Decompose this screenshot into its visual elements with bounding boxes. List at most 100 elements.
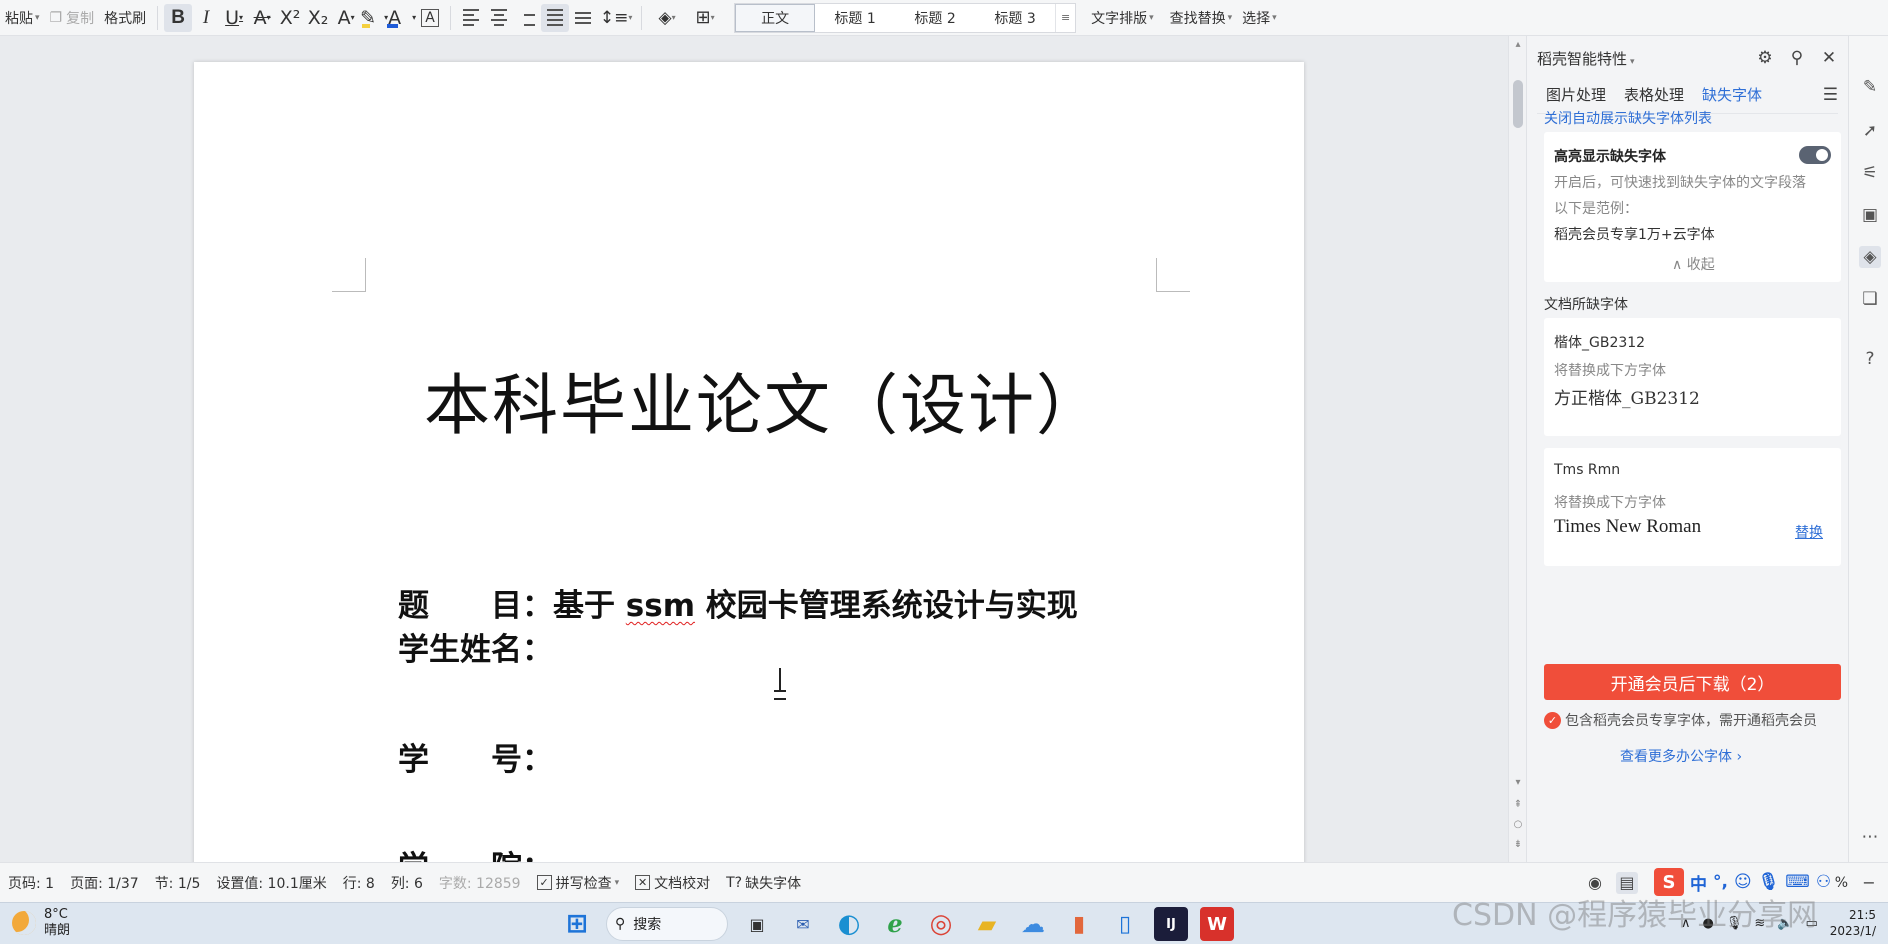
chevron-up-icon: ∧: [1672, 257, 1687, 273]
strikethrough-button[interactable]: A ▾: [248, 4, 276, 32]
document-page[interactable]: 本科毕业论文（设计） 题 目：基于 ssm 校园卡管理系统设计与实现 学生姓名：…: [194, 62, 1304, 862]
status-word-count[interactable]: 字数: 12859: [431, 873, 529, 893]
align-right-button[interactable]: [513, 4, 541, 32]
tab-image-processing[interactable]: 图片处理: [1546, 84, 1606, 111]
bold-button[interactable]: B: [164, 3, 193, 32]
menu-icon[interactable]: ☰: [1823, 85, 1838, 111]
style-heading-3[interactable]: 标题 3: [975, 4, 1055, 32]
panel-title[interactable]: 稻壳智能特性 ▾: [1537, 48, 1635, 69]
distribute-button[interactable]: [569, 4, 597, 32]
format-painter-button[interactable]: 格式刷: [99, 0, 151, 35]
close-icon[interactable]: ✕: [1820, 48, 1838, 68]
wps-app-icon[interactable]: W: [1200, 907, 1234, 941]
pin-icon[interactable]: ⚲: [1788, 48, 1806, 68]
line-spacing-button[interactable]: ↕≡ ▾: [597, 4, 635, 32]
status-setting[interactable]: 设置值: 10.1厘米: [208, 873, 334, 893]
paint-bucket-icon: ◈: [658, 7, 672, 28]
style-heading-1[interactable]: 标题 1: [815, 4, 895, 32]
download-fonts-button[interactable]: 开通会员后下载（2）: [1544, 664, 1841, 700]
windows-start-icon[interactable]: ⊞: [560, 907, 594, 941]
spellcheck-button[interactable]: ✓ 拼写检查 ▾: [529, 873, 628, 893]
select-button[interactable]: 选择 ▾: [1237, 0, 1282, 35]
clock-time: 21:5: [1849, 908, 1876, 922]
scroll-up-icon[interactable]: ▴: [1511, 38, 1525, 52]
punctuation-icon[interactable]: °,: [1713, 872, 1728, 892]
weather-widget[interactable]: 8°C 晴朗: [12, 907, 70, 939]
divider: [450, 5, 452, 30]
microphone-icon[interactable]: 🎙: [1758, 872, 1780, 892]
chevron-down-icon: ▾: [1227, 12, 1233, 23]
proofread-button[interactable]: ✕ 文档校对: [627, 873, 718, 893]
status-page[interactable]: 页面: 1/37: [62, 873, 147, 893]
paste-button[interactable]: 粘贴 ▾: [0, 0, 45, 35]
char-border-button[interactable]: A: [421, 8, 440, 27]
adjust-icon[interactable]: ⚟: [1859, 162, 1881, 184]
emoji-icon[interactable]: ☺: [1734, 872, 1752, 892]
help-icon[interactable]: ?: [1859, 348, 1881, 370]
paste-label: 粘贴: [5, 10, 33, 27]
ide-app-icon[interactable]: IJ: [1154, 907, 1188, 941]
scroll-down-icon[interactable]: ▾: [1511, 776, 1525, 790]
pen-icon[interactable]: ✎: [1859, 76, 1881, 98]
close-auto-show-link[interactable]: 关闭自动展示缺失字体列表: [1544, 108, 1712, 128]
shading-button[interactable]: ◈ ▾: [648, 4, 686, 32]
prev-page-icon[interactable]: ⇞: [1511, 798, 1525, 812]
justify-button[interactable]: [541, 3, 570, 32]
underline-button[interactable]: U ▾: [220, 4, 248, 32]
book-icon[interactable]: ❏: [1859, 288, 1881, 310]
next-page-icon[interactable]: ⇟: [1511, 838, 1525, 852]
text-layout-button[interactable]: 文字排版 ▾: [1086, 0, 1159, 35]
smart-feature-icon[interactable]: ◈: [1859, 246, 1881, 268]
edge-browser-icon[interactable]: ◐: [832, 907, 866, 941]
borders-button[interactable]: ⊞ ▾: [686, 4, 724, 32]
example-text: 稻壳会员专享1万+云字体: [1554, 227, 1715, 243]
taskbar-search[interactable]: ⚲ 搜索: [606, 907, 728, 941]
tab-missing-fonts[interactable]: 缺失字体: [1702, 84, 1762, 111]
zoom-out-icon[interactable]: −: [1858, 872, 1880, 894]
collapse-button[interactable]: ∧ 收起: [1672, 254, 1715, 274]
subscript-button[interactable]: X₂: [304, 4, 332, 32]
pointer-icon[interactable]: ➚: [1859, 120, 1881, 142]
status-section[interactable]: 节: 1/5: [147, 873, 209, 893]
highlight-button[interactable]: ✎ ▾: [360, 4, 388, 32]
chevron-down-icon: ▾: [35, 12, 40, 23]
align-center-button[interactable]: [485, 4, 513, 32]
toolbox-icon[interactable]: ⚇: [1816, 872, 1831, 892]
cloud-app-icon[interactable]: ☁: [1016, 907, 1050, 941]
missing-font-button[interactable]: T? 缺失字体: [718, 873, 809, 893]
font-question-icon: T?: [726, 874, 743, 891]
file-explorer-icon[interactable]: ▰: [970, 907, 1004, 941]
status-row[interactable]: 行: 8: [335, 873, 383, 893]
select-browse-icon[interactable]: ○: [1511, 818, 1525, 832]
browser-e-icon[interactable]: ℯ: [878, 907, 912, 941]
phone-app-icon[interactable]: ▯: [1108, 907, 1142, 941]
chrome-icon[interactable]: ◎: [924, 907, 958, 941]
tab-table-processing[interactable]: 表格处理: [1624, 84, 1684, 111]
superscript-button[interactable]: X²: [276, 4, 304, 32]
image-icon[interactable]: ▣: [1859, 204, 1881, 226]
more-icon[interactable]: ⋯: [1859, 826, 1881, 848]
copy-button[interactable]: ❐ 复制: [45, 0, 100, 35]
clock[interactable]: 21:5 2023/1/: [1830, 907, 1876, 939]
presentation-app-icon[interactable]: ▮: [1062, 907, 1096, 941]
text-effect-button[interactable]: A ▾: [332, 4, 360, 32]
highlight-toggle[interactable]: [1799, 146, 1831, 164]
vertical-scrollbar[interactable]: ▴ ▾ ⇞ ○ ⇟: [1508, 36, 1526, 862]
csdn-watermark: CSDN @程序猿毕业分享网: [1452, 898, 1818, 933]
chat-app-icon[interactable]: ✉: [786, 907, 820, 941]
status-page-code[interactable]: 页码: 1: [0, 873, 62, 893]
style-normal[interactable]: 正文: [735, 3, 816, 32]
scrollbar-thumb[interactable]: [1513, 80, 1523, 128]
italic-button[interactable]: I: [192, 4, 220, 32]
status-col[interactable]: 列: 6: [383, 873, 431, 893]
style-heading-2[interactable]: 标题 2: [895, 4, 975, 32]
gear-icon[interactable]: ⚙: [1756, 48, 1774, 68]
task-view-icon[interactable]: ▣: [740, 907, 774, 941]
keyboard-icon[interactable]: ⌨: [1785, 872, 1810, 892]
replace-link[interactable]: 替换: [1795, 522, 1823, 542]
find-replace-button[interactable]: 查找替换 ▾: [1165, 0, 1238, 35]
more-fonts-link[interactable]: 查看更多办公字体 ›: [1620, 746, 1742, 766]
font-color-button[interactable]: A ▾: [387, 4, 416, 32]
style-more-button[interactable]: ≡: [1055, 3, 1075, 32]
align-left-button[interactable]: [457, 4, 485, 32]
